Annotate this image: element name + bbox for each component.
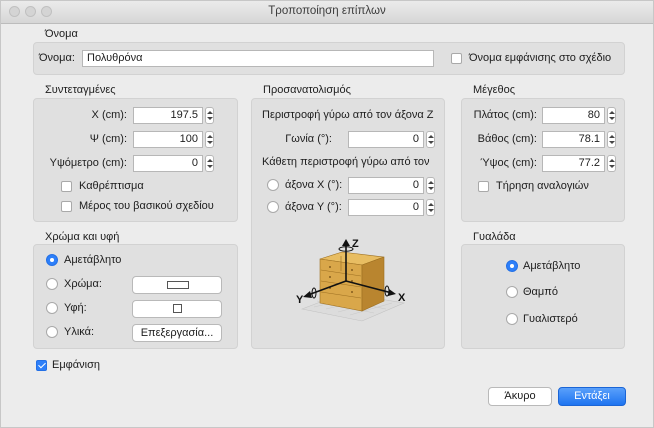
vertical-rotation-label: Κάθετη περιστροφή γύρω από τον — [262, 156, 430, 168]
base-plan-label: Μέρος του βασικού σχεδίου — [79, 200, 214, 212]
angle-input[interactable]: 0 — [348, 131, 424, 148]
height-label: Ύψος (cm): — [480, 157, 537, 169]
keep-proportions-checkbox[interactable] — [478, 181, 489, 192]
dialog-window: Τροποποίηση επίπλων Όνομα Όνομα: Πολυθρό… — [0, 0, 654, 428]
keep-proportions-label: Τήρηση αναλογιών — [496, 180, 589, 192]
y-axis-label: Y — [296, 294, 304, 306]
x-label: Χ (cm): — [91, 109, 127, 121]
elevation-input[interactable]: 0 — [133, 155, 203, 172]
window-title: Τροποποίηση επίπλων — [268, 5, 386, 17]
rotation-z-label: Περιστροφή γύρω από τον άξονα Ζ — [262, 109, 434, 121]
width-label: Πλάτος (cm): — [473, 109, 537, 121]
visible-label: Εμφάνιση — [52, 359, 101, 371]
mirror-label: Καθρέπτισμα — [79, 180, 144, 192]
x-stepper[interactable] — [205, 107, 214, 124]
name-section-header: Όνομα — [45, 28, 78, 40]
name-input[interactable]: Πολυθρόνα — [82, 50, 434, 67]
texture-radio[interactable] — [46, 302, 58, 314]
ok-button[interactable]: Εντάξει — [558, 387, 626, 406]
materials-radio[interactable] — [46, 326, 58, 338]
color-texture-panel: Αμετάβλητο Χρώμα: Υφή: Υλικά: Επεξεργασί… — [33, 244, 238, 349]
mirror-checkbox[interactable] — [61, 181, 72, 192]
z-axis-label: Z — [352, 238, 359, 250]
x-axis-label: X — [398, 292, 406, 304]
visible-checkbox[interactable] — [36, 360, 47, 371]
axis-y-label: άξονα Υ (°): — [285, 201, 342, 213]
base-plan-checkbox[interactable] — [61, 201, 72, 212]
coordinates-panel: Χ (cm): 197.5 Ψ (cm): 100 Υψόμετρο (cm):… — [33, 98, 238, 222]
height-stepper[interactable] — [607, 155, 616, 172]
depth-label: Βάθος (cm): — [477, 133, 537, 145]
width-stepper[interactable] — [607, 107, 616, 124]
color-texture-header: Χρώμα και υφή — [45, 231, 120, 243]
axis-x-label: άξονα Χ (°): — [285, 179, 343, 191]
size-panel: Πλάτος (cm): 80 Βάθος (cm): 78.1 Ύψος (c… — [461, 98, 625, 222]
axis-y-stepper[interactable] — [426, 199, 435, 216]
angle-stepper[interactable] — [426, 131, 435, 148]
color-button[interactable] — [132, 276, 222, 294]
texture-label: Υφή: — [64, 302, 87, 314]
axis-y-radio[interactable] — [267, 201, 279, 213]
orientation-header: Προσανατολισμός — [263, 84, 351, 96]
color-swatch — [167, 281, 189, 289]
axis-x-stepper[interactable] — [426, 177, 435, 194]
x-input[interactable]: 197.5 — [133, 107, 203, 124]
texture-swatch — [173, 304, 182, 313]
title-bar[interactable]: Τροποποίηση επίπλων — [1, 1, 653, 24]
axis-y-input[interactable]: 0 — [348, 199, 424, 216]
unchanged-color-label: Αμετάβλητο — [64, 254, 122, 266]
gloss-panel: Αμετάβλητο Θαμπό Γυαλιστερό — [461, 244, 625, 349]
depth-input[interactable]: 78.1 — [542, 131, 605, 148]
materials-label: Υλικά: — [64, 326, 95, 338]
color-label: Χρώμα: — [64, 278, 102, 290]
gloss-shiny-radio[interactable] — [506, 313, 518, 325]
y-input[interactable]: 100 — [133, 131, 203, 148]
edit-materials-button[interactable]: Επεξεργασία... — [132, 324, 222, 342]
cancel-button[interactable]: Άκυρο — [488, 387, 552, 406]
furniture-model — [319, 251, 385, 312]
gloss-shiny-label: Γυαλιστερό — [523, 313, 578, 325]
coordinates-header: Συντεταγμένες — [45, 84, 116, 96]
elevation-label: Υψόμετρο (cm): — [49, 157, 127, 169]
axis-x-radio[interactable] — [267, 179, 279, 191]
name-section-panel: Όνομα: Πολυθρόνα Όνομα εμφάνισης στο σχέ… — [33, 42, 625, 75]
size-header: Μέγεθος — [473, 84, 516, 96]
y-stepper[interactable] — [205, 131, 214, 148]
orientation-panel: Περιστροφή γύρω από τον άξονα Ζ Γωνία (°… — [251, 98, 445, 349]
unchanged-color-radio[interactable] — [46, 254, 58, 266]
elevation-stepper[interactable] — [205, 155, 214, 172]
show-name-checkbox[interactable] — [451, 53, 462, 64]
gloss-matt-label: Θαμπό — [523, 286, 558, 298]
texture-button[interactable] — [132, 300, 222, 318]
axis-x-input[interactable]: 0 — [348, 177, 424, 194]
depth-stepper[interactable] — [607, 131, 616, 148]
gloss-unchanged-radio[interactable] — [506, 260, 518, 272]
gloss-unchanged-label: Αμετάβλητο — [523, 260, 581, 272]
show-name-label: Όνομα εμφάνισης στο σχέδιο — [469, 52, 612, 64]
gloss-header: Γυαλάδα — [473, 231, 516, 243]
width-input[interactable]: 80 — [542, 107, 605, 124]
angle-label: Γωνία (°): — [285, 133, 332, 145]
orientation-preview[interactable]: Z X Y — [292, 237, 412, 327]
gloss-matt-radio[interactable] — [506, 286, 518, 298]
name-label: Όνομα: — [39, 52, 75, 64]
color-radio[interactable] — [46, 278, 58, 290]
height-input[interactable]: 77.2 — [542, 155, 605, 172]
y-label: Ψ (cm): — [89, 133, 127, 145]
